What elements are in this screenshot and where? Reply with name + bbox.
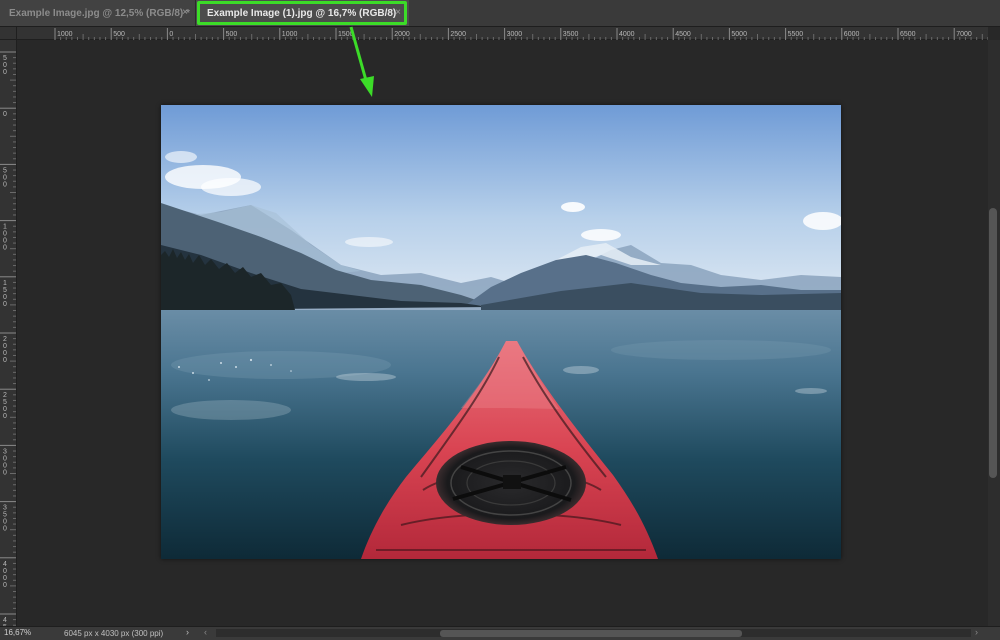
ruler-label: 4000 — [619, 31, 635, 38]
ruler-label-char: 1 — [3, 224, 7, 231]
ruler-label-char: 0 — [3, 406, 7, 413]
ruler-label-char: 4 — [3, 617, 7, 624]
ruler-label: 6500 — [900, 31, 916, 38]
ruler-label: 7000 — [956, 31, 972, 38]
ruler-label: 0 — [169, 31, 173, 38]
ruler-origin[interactable] — [0, 27, 17, 40]
ruler-label: 3500 — [563, 31, 579, 38]
document-image[interactable] — [161, 105, 843, 559]
status-bar: 16,67% 6045 px x 4030 px (300 ppi) › ‹ › — [0, 626, 1000, 640]
tab-example-image-1[interactable]: Example Image (1).jpg @ 16,7% (RGB/8) × — [196, 0, 409, 26]
document-size: 6045 px x 4030 px (300 ppi) — [64, 629, 164, 638]
ruler-label: 500 — [113, 31, 125, 38]
ruler-label-char: 2 — [3, 392, 7, 399]
close-icon[interactable]: × — [395, 7, 401, 18]
vertical-scrollbar[interactable] — [988, 40, 1000, 626]
ruler-label-char: 1 — [3, 280, 7, 287]
ruler-label-char: 0 — [3, 575, 7, 582]
kayak-lake-photo — [161, 105, 843, 559]
ruler-label: 6000 — [844, 31, 860, 38]
ruler-label-char: 5 — [3, 55, 7, 62]
ruler-label-char: 2 — [3, 336, 7, 343]
ruler-label-char: 5 — [3, 399, 7, 406]
ruler-label-char: 0 — [3, 238, 7, 245]
ruler-label-char: 0 — [3, 343, 7, 350]
ruler-label-char: 0 — [3, 357, 7, 364]
ruler-label: 5500 — [788, 31, 804, 38]
ruler-label-char: 0 — [3, 294, 7, 301]
ruler-label-char: 0 — [3, 582, 7, 589]
tab-label: Example Image.jpg @ 12,5% (RGB/8) * — [9, 7, 190, 19]
ruler-label-char: 0 — [3, 245, 7, 252]
ruler-label: 1000 — [57, 31, 73, 38]
ruler-label-char: 0 — [3, 519, 7, 526]
ruler-label: 500 — [226, 31, 238, 38]
ruler-label-char: 5 — [3, 287, 7, 294]
ruler-label: 4500 — [675, 31, 691, 38]
ruler-label-char: 4 — [3, 561, 7, 568]
close-icon[interactable]: × — [182, 7, 188, 18]
scroll-left-icon[interactable]: ‹ — [204, 627, 207, 637]
ruler-label-char: 0 — [3, 455, 7, 462]
ruler-label: 3000 — [507, 31, 523, 38]
ruler-label-char: 3 — [3, 505, 7, 512]
ruler-label: 2000 — [394, 31, 410, 38]
ruler-label-char: 5 — [3, 512, 7, 519]
ruler-label-char: 0 — [3, 62, 7, 69]
vertical-ruler-ticks: 500050010001500200025003000350040004500 — [0, 51, 16, 640]
vertical-ruler[interactable]: 500050010001500200025003000350040004500 — [0, 40, 17, 640]
ruler-label-char: 0 — [3, 568, 7, 575]
vertical-scroll-thumb[interactable] — [989, 208, 997, 478]
status-menu-arrow-icon[interactable]: › — [186, 627, 189, 637]
ruler-label-char: 0 — [3, 111, 7, 118]
ruler-label-char: 0 — [3, 462, 7, 469]
ruler-label-char: 0 — [3, 174, 7, 181]
ruler-label: 5000 — [731, 31, 747, 38]
ruler-label-char: 0 — [3, 350, 7, 357]
ruler-label-char: 0 — [3, 526, 7, 533]
ruler-label: 1500 — [338, 31, 354, 38]
scroll-right-icon[interactable]: › — [975, 627, 978, 637]
ruler-label-char: 0 — [3, 231, 7, 238]
ruler-label-char: 0 — [3, 181, 7, 188]
ruler-label-char: 0 — [3, 301, 7, 308]
zoom-level[interactable]: 16,67% — [4, 628, 31, 637]
ruler-label-char: 3 — [3, 448, 7, 455]
ruler-label-char: 0 — [3, 69, 7, 76]
ruler-label-char: 0 — [3, 469, 7, 476]
tab-label: Example Image (1).jpg @ 16,7% (RGB/8) — [207, 7, 397, 19]
tab-example-image[interactable]: Example Image.jpg @ 12,5% (RGB/8) * × — [0, 0, 196, 26]
horizontal-scroll-thumb[interactable] — [440, 630, 742, 637]
horizontal-ruler[interactable]: 1000 500 0 500 1000 1500 2000 2500 3000 3500 4000 4… — [17, 27, 989, 40]
ruler-label: 1000 — [282, 31, 298, 38]
ruler-label: 2500 — [450, 31, 466, 38]
ruler-label-char: 5 — [3, 167, 7, 174]
horizontal-ruler-ticks: 1000 500 0 500 1000 1500 2000 2500 3000 3500 4000 4… — [54, 28, 989, 40]
document-tab-bar: Example Image.jpg @ 12,5% (RGB/8) * × Ex… — [0, 0, 1000, 27]
ruler-label-char: 0 — [3, 413, 7, 420]
